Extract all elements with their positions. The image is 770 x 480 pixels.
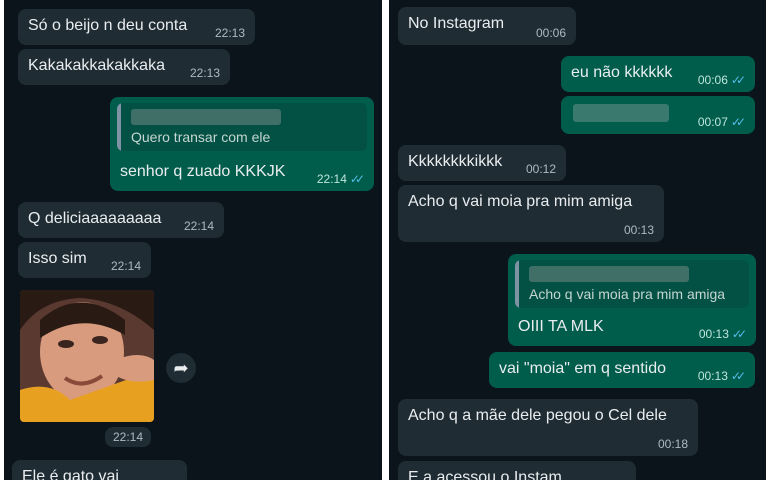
message-bubble-incoming[interactable]: Kkkkkkkkikkk 00:12 xyxy=(398,145,566,181)
message-time: 00:13 xyxy=(697,369,728,383)
message-time: 00:06 xyxy=(697,73,728,87)
message-time: 00:13 xyxy=(623,223,654,237)
message-time: 22:14 xyxy=(183,219,214,233)
message-bubble-outgoing[interactable]: vai "moia" em q sentido 00:13 ✓✓ xyxy=(489,352,755,388)
message-text: vai "moia" em q sentido xyxy=(499,360,666,377)
message-time: 00:06 xyxy=(535,26,566,40)
forward-arrow-icon[interactable]: ➦ xyxy=(166,353,196,383)
message-bubble-outgoing-reply[interactable]: Quero transar com ele senhor q zuado KKK… xyxy=(110,97,374,191)
message-text: Acho q vai moia pra mim amiga xyxy=(408,193,633,210)
quoted-sender-redacted xyxy=(529,266,689,282)
message-text: senhor q zuado KKKJK xyxy=(120,163,286,180)
redacted-text xyxy=(573,104,669,122)
message-meta: 00:06 ✓✓ xyxy=(697,73,746,87)
message-text: eu não kkkkkk xyxy=(571,64,673,81)
quoted-text: Quero transar com ele xyxy=(131,129,271,145)
message-text: Só o beijo n deu conta xyxy=(28,17,188,34)
quoted-message[interactable]: Acho q vai moia pra mim amiga xyxy=(515,260,749,308)
message-text: Isso sim xyxy=(28,250,87,267)
message-text: OIII TA MLK xyxy=(518,318,604,335)
message-bubble-outgoing[interactable]: eu não kkkkkk 00:06 ✓✓ xyxy=(561,56,755,92)
message-bubble-incoming[interactable]: No Instagram 00:06 xyxy=(398,7,576,45)
message-bubble-incoming[interactable]: Q deliciaaaaaaaaa 22:14 xyxy=(18,202,224,238)
message-bubble-outgoing-redacted[interactable]: 00:07 ✓✓ xyxy=(561,96,755,134)
chat-panel-right: No Instagram 00:06 eu não kkkkkk 00:06 ✓… xyxy=(389,0,766,480)
message-meta: 00:13 ✓✓ xyxy=(697,369,746,383)
quoted-message[interactable]: Quero transar com ele xyxy=(117,103,367,151)
message-time: 00:07 xyxy=(697,115,728,129)
message-bubble-incoming[interactable]: E a acessou o Instam xyxy=(398,461,636,480)
message-bubble-incoming[interactable]: Isso sim 22:14 xyxy=(18,242,151,278)
message-bubble-incoming[interactable]: Só o beijo n deu conta 22:13 xyxy=(18,9,255,45)
quoted-sender-redacted xyxy=(131,109,281,125)
message-bubble-incoming[interactable]: Kakakakkakakkaka 22:13 xyxy=(18,49,230,85)
message-time: 00:18 xyxy=(657,437,688,451)
message-bubble-incoming[interactable]: Ele é gato vai xyxy=(12,460,187,480)
message-text: Q deliciaaaaaaaaa xyxy=(28,210,162,227)
message-time: 22:13 xyxy=(189,66,220,80)
message-bubble-incoming[interactable]: Acho q a mãe dele pegou o Cel dele 00:18 xyxy=(398,399,698,456)
message-meta: 22:14 ✓✓ xyxy=(316,172,365,186)
message-bubble-outgoing-reply[interactable]: Acho q vai moia pra mim amiga OIII TA ML… xyxy=(508,254,756,346)
message-time: 00:12 xyxy=(525,162,556,176)
double-check-icon: ✓✓ xyxy=(730,369,746,383)
message-text: Kkkkkkkkikkk xyxy=(408,153,503,170)
message-text: Ele é gato vai xyxy=(22,468,119,480)
message-text: Acho q a mãe dele pegou o Cel dele xyxy=(408,407,667,424)
double-check-icon: ✓✓ xyxy=(731,327,747,341)
message-time: 22:14 xyxy=(316,172,347,186)
message-text: No Instagram xyxy=(408,15,505,32)
double-check-icon: ✓✓ xyxy=(730,73,746,87)
message-text: E a acessou o Instam xyxy=(408,469,562,480)
message-bubble-incoming[interactable]: Acho q vai moia pra mim amiga 00:13 xyxy=(398,185,664,242)
message-time: 22:13 xyxy=(214,26,245,40)
message-meta: 00:13 ✓✓ xyxy=(698,327,747,341)
message-meta: 00:07 ✓✓ xyxy=(697,115,746,129)
chat-panel-left: Só o beijo n deu conta 22:13 Kakakakkaka… xyxy=(4,0,382,480)
message-time: 22:14 xyxy=(105,427,152,447)
quoted-text: Acho q vai moia pra mim amiga xyxy=(529,286,726,302)
message-time: 00:13 xyxy=(698,327,729,341)
message-time: 22:14 xyxy=(110,259,141,273)
sticker-image[interactable] xyxy=(20,290,154,422)
double-check-icon: ✓✓ xyxy=(730,115,746,129)
double-check-icon: ✓✓ xyxy=(349,172,365,186)
message-text: Kakakakkakakkaka xyxy=(28,57,165,74)
